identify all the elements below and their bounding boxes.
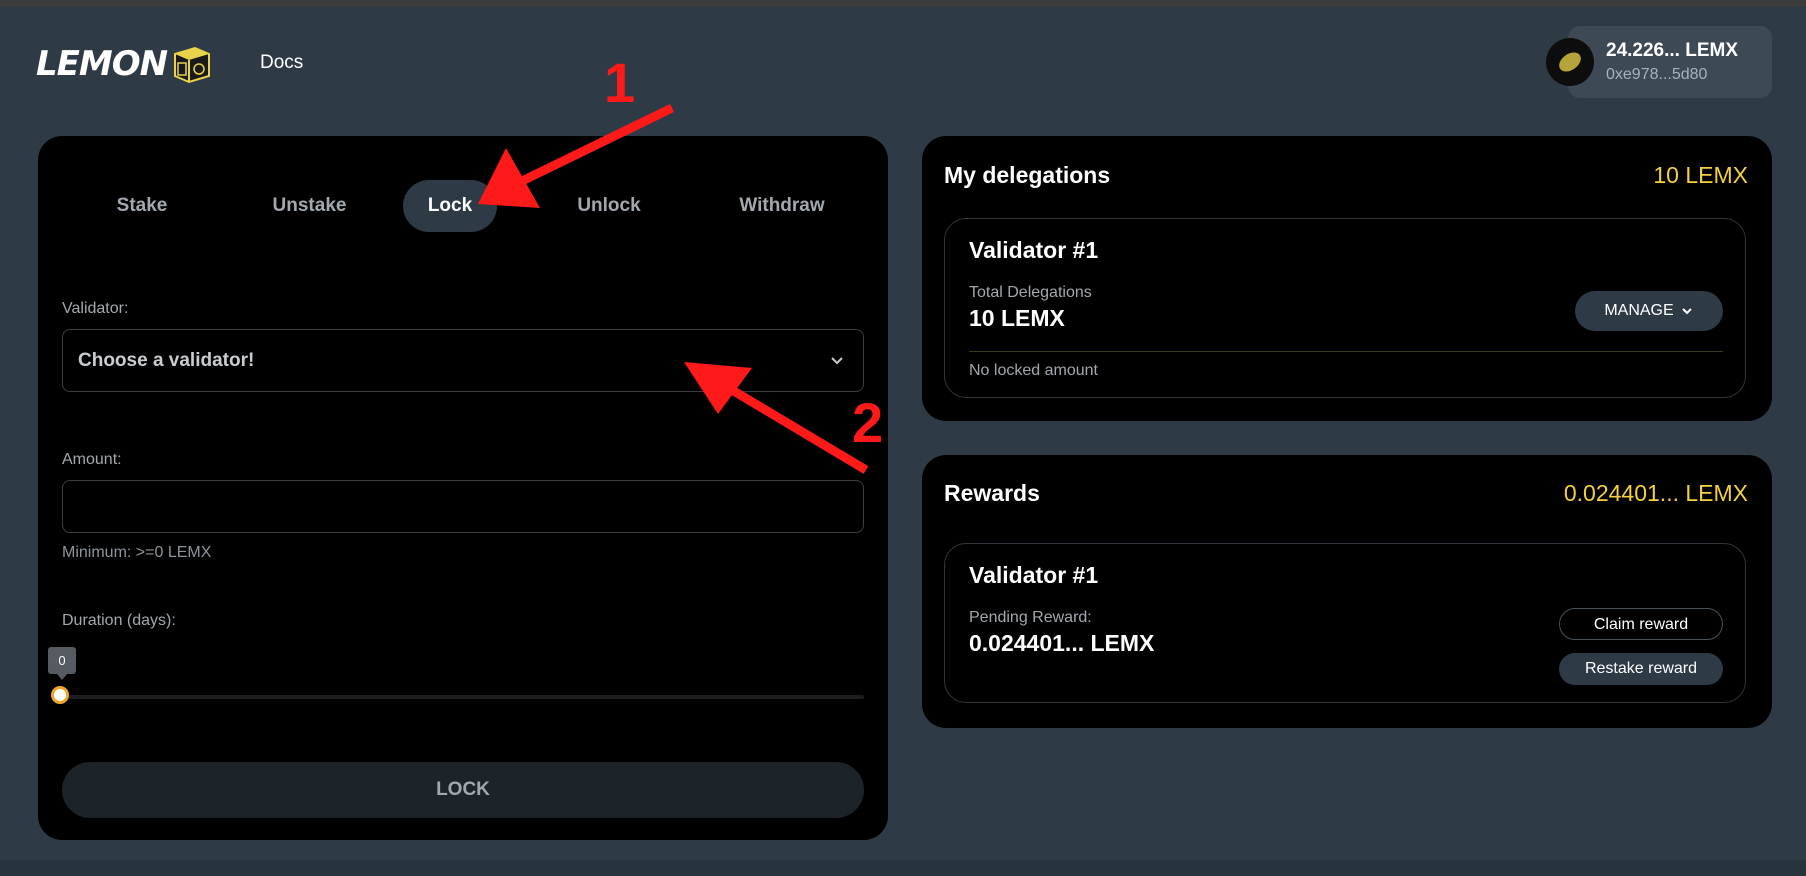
tab-withdraw[interactable]: Withdraw bbox=[707, 180, 857, 232]
wallet-balance: 24.226... LEMX bbox=[1606, 40, 1739, 61]
action-tabs: Stake Unstake Lock Unlock Withdraw bbox=[62, 180, 862, 232]
delegations-title: My delegations bbox=[944, 162, 1111, 188]
restake-reward-button[interactable]: Restake reward bbox=[1559, 653, 1723, 685]
claim-reward-button[interactable]: Claim reward bbox=[1559, 608, 1723, 640]
total-delegations-value: 10 LEMX bbox=[969, 305, 1065, 331]
total-delegations-label: Total Delegations bbox=[969, 284, 1092, 301]
annotation-label-1: 1 bbox=[604, 51, 636, 114]
tab-lock[interactable]: Lock bbox=[403, 180, 497, 232]
bottom-edge bbox=[0, 860, 1806, 876]
amount-label: Amount: bbox=[62, 451, 122, 468]
pending-reward-label: Pending Reward: bbox=[969, 609, 1092, 626]
lemon-logo[interactable]: LEMON bbox=[36, 40, 213, 88]
rewards-title: Rewards bbox=[944, 480, 1040, 506]
locked-amount-text: No locked amount bbox=[969, 362, 1098, 379]
wallet-button[interactable]: 24.226... LEMX 0xe978...5d80 bbox=[1546, 26, 1772, 98]
duration-slider-tooltip: 0 bbox=[48, 647, 76, 680]
validator-select-value: Choose a validator! bbox=[78, 350, 255, 371]
manage-label: MANAGE bbox=[1604, 302, 1674, 319]
delegations-panel: My delegations 10 LEMX Validator #1 Tota… bbox=[922, 136, 1772, 421]
wallet-address: 0xe978...5d80 bbox=[1606, 66, 1708, 83]
duration-slider-thumb[interactable] bbox=[51, 686, 69, 704]
duration-label: Duration (days): bbox=[62, 612, 176, 629]
rewards-panel: Rewards 0.024401... LEMX Validator #1 Pe… bbox=[922, 455, 1772, 728]
logo-text: LEMON bbox=[36, 44, 168, 84]
annotation-label-2: 2 bbox=[852, 391, 884, 454]
tab-unlock[interactable]: Unlock bbox=[549, 180, 669, 232]
duration-slider-track[interactable] bbox=[62, 695, 864, 699]
tab-unstake[interactable]: Unstake bbox=[242, 180, 377, 232]
chevron-down-icon bbox=[831, 357, 843, 365]
manage-button[interactable]: MANAGE bbox=[1575, 291, 1723, 331]
top-edge bbox=[0, 0, 1806, 7]
amount-input[interactable] bbox=[62, 480, 864, 533]
chevron-down-icon bbox=[1681, 308, 1692, 315]
reward-card: Validator #1 Pending Reward: 0.024401...… bbox=[944, 543, 1746, 703]
lock-button[interactable]: LOCK bbox=[62, 762, 864, 818]
pending-reward-value: 0.024401... LEMX bbox=[969, 630, 1155, 656]
validator-label: Validator: bbox=[62, 300, 129, 317]
card-divider bbox=[969, 351, 1723, 352]
validator-select[interactable]: Choose a validator! bbox=[62, 329, 864, 392]
delegations-total: 10 LEMX bbox=[1653, 162, 1748, 188]
amount-minimum-hint: Minimum: >=0 LEMX bbox=[62, 544, 212, 561]
rewards-total: 0.024401... LEMX bbox=[1563, 480, 1748, 506]
reward-validator-name: Validator #1 bbox=[969, 562, 1099, 588]
logo-cube-icon bbox=[174, 46, 211, 84]
delegation-card: Validator #1 Total Delegations 10 LEMX M… bbox=[944, 218, 1746, 398]
lemon-coin-icon bbox=[1546, 38, 1594, 86]
docs-link[interactable]: Docs bbox=[260, 52, 303, 74]
delegation-validator-name: Validator #1 bbox=[969, 237, 1099, 263]
wallet-info: 24.226... LEMX 0xe978...5d80 bbox=[1606, 40, 1738, 84]
tab-stake[interactable]: Stake bbox=[92, 180, 192, 232]
